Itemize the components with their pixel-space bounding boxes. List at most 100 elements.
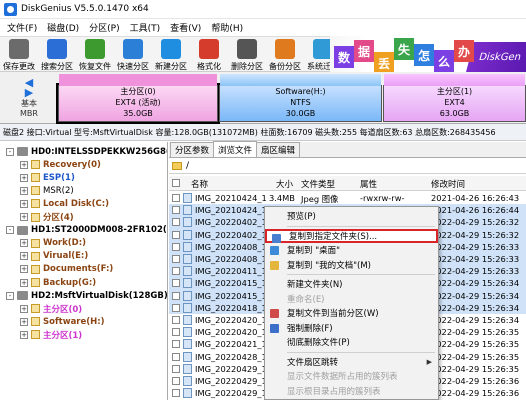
expand-icon[interactable]: + xyxy=(20,213,28,221)
file-row[interactable]: IMG_20210424_1 3.4MB Jpeg 图像 -rwxrw-rw- 2021… xyxy=(169,192,526,204)
file-name: IMG_20220421_1 xyxy=(195,339,267,350)
file-checkbox[interactable] xyxy=(172,267,180,276)
expand-icon[interactable]: + xyxy=(20,173,28,182)
context-menu-item[interactable]: 复制到 "桌面" xyxy=(265,243,438,257)
tree-node-label: Virual(E:) xyxy=(43,251,89,262)
toolbar-button[interactable]: 恢复文件 xyxy=(76,37,114,73)
format-icon xyxy=(199,39,219,59)
partition-block-1[interactable]: 主分区(1) EXT4 63.0GB xyxy=(383,74,526,122)
menu-item[interactable]: 分区(P) xyxy=(84,21,124,34)
file-name: IMG_20220428_1 xyxy=(195,351,267,362)
expand-icon[interactable]: + xyxy=(20,252,28,261)
file-checkbox[interactable] xyxy=(172,377,180,385)
menu-item[interactable]: 查看(V) xyxy=(165,21,206,34)
quick-partition-icon xyxy=(123,39,143,59)
tab-1[interactable]: 浏览文件 xyxy=(213,141,258,157)
menu-item[interactable]: 文件(F) xyxy=(2,21,42,34)
image-file-icon xyxy=(183,229,192,240)
file-checkbox[interactable] xyxy=(172,340,180,349)
collapse-icon[interactable]: - xyxy=(6,291,14,300)
tree-partition-node[interactable]: + 主分区(1) xyxy=(20,328,82,341)
tree-disk-node[interactable]: - HD1:ST2000DM008-2FR102(1863 xyxy=(6,224,167,237)
menu-item[interactable]: 工具(T) xyxy=(125,21,166,34)
expand-icon[interactable]: + xyxy=(20,239,28,248)
tree-partition-node[interactable]: + Recovery(0) xyxy=(20,158,101,171)
file-checkbox[interactable] xyxy=(172,242,180,251)
expand-icon[interactable]: + xyxy=(20,330,28,339)
disk-tree: -HD0:INTELSSDPEKKW256G8(238+Recovery(0)+… xyxy=(0,142,168,400)
file-checkbox[interactable] xyxy=(172,352,180,361)
toolbar-button[interactable]: 删除分区 xyxy=(228,37,266,73)
expand-icon[interactable]: + xyxy=(20,186,28,195)
tree-partition-node[interactable]: + Backup(G:) xyxy=(20,276,96,289)
expand-icon[interactable]: + xyxy=(20,160,28,169)
tree-partition-node[interactable]: + Documents(F:) xyxy=(20,263,113,276)
file-checkbox[interactable] xyxy=(172,230,180,239)
file-modified: 2021-04-26 16:26:44 xyxy=(431,205,520,216)
tree-disk-node[interactable]: - HD0:INTELSSDPEKKW256G8(238 xyxy=(6,145,167,158)
file-checkbox[interactable] xyxy=(172,389,180,398)
toolbar-button[interactable]: 保存更改 xyxy=(0,37,38,73)
banner-char: 失 xyxy=(394,38,414,60)
tree-partition-node[interactable]: + ESP(1) xyxy=(20,171,75,184)
tree-partition-node[interactable]: + Local Disk(C:) xyxy=(20,197,109,210)
tab-0[interactable]: 分区参数 xyxy=(170,142,215,157)
file-checkbox[interactable] xyxy=(172,218,180,227)
context-menu-item[interactable]: 预览(P) xyxy=(265,209,438,223)
context-menu-item[interactable]: 复制到指定文件夹(S)... xyxy=(265,228,438,243)
partition-block-software[interactable]: Software(H:) NTFS 30.0GB xyxy=(219,74,382,122)
file-checkbox[interactable] xyxy=(172,291,180,300)
image-file-icon xyxy=(183,363,192,374)
tab-2[interactable]: 扇区编辑 xyxy=(256,142,301,157)
column-size[interactable]: 大小 xyxy=(276,178,293,190)
menu-item[interactable]: 磁盘(D) xyxy=(42,21,84,34)
banner-char: 办 xyxy=(454,40,474,62)
image-file-icon xyxy=(183,315,192,325)
file-checkbox[interactable] xyxy=(172,316,180,324)
toolbar-button[interactable]: 搜索分区 xyxy=(38,37,76,73)
column-type[interactable]: 文件类型 xyxy=(301,178,335,190)
file-checkbox[interactable] xyxy=(172,194,180,202)
expand-icon[interactable]: + xyxy=(20,265,28,274)
expand-icon[interactable]: + xyxy=(20,304,28,313)
tree-partition-node[interactable]: + Software(H:) xyxy=(20,315,105,328)
toolbar-button[interactable]: 备份分区 xyxy=(266,37,304,73)
toolbar-button[interactable]: 快速分区 xyxy=(114,37,152,73)
select-all-checkbox[interactable] xyxy=(172,179,180,187)
file-checkbox[interactable] xyxy=(172,279,180,288)
expand-icon[interactable]: + xyxy=(20,317,28,326)
tree-partition-node[interactable]: + Virual(E:) xyxy=(20,250,88,263)
tree-partition-node[interactable]: + 分区(4) xyxy=(20,211,74,224)
file-checkbox[interactable] xyxy=(172,303,180,312)
tree-partition-node[interactable]: + MSR(2) xyxy=(20,184,74,197)
partition-block-0[interactable]: 主分区(0) EXT4 (活动) 35.0GB xyxy=(56,74,220,124)
collapse-icon[interactable]: - xyxy=(6,147,14,156)
tree-partition-node[interactable]: + 主分区(0) xyxy=(20,302,82,315)
toolbar-button[interactable]: 格式化 xyxy=(190,37,228,73)
expand-icon[interactable]: + xyxy=(20,199,28,208)
file-checkbox[interactable] xyxy=(172,328,180,337)
disk-nav-arrows-icon[interactable]: ◀ ▶ xyxy=(25,77,33,98)
context-menu-item[interactable]: 复制到 "我的文档"(M) xyxy=(265,258,438,272)
column-attr[interactable]: 属性 xyxy=(360,178,377,190)
context-menu-item[interactable]: 强制删除(F) xyxy=(265,321,438,335)
context-menu-item[interactable]: 新建文件夹(N) xyxy=(265,277,438,291)
context-menu-item[interactable]: 彻底删除文件(P) xyxy=(265,335,438,349)
tree-partition-node[interactable]: + Work(D:) xyxy=(20,237,86,250)
expand-icon[interactable]: + xyxy=(20,278,28,287)
tree-node-label: Backup(G:) xyxy=(43,277,97,288)
context-menu-item[interactable]: 复制文件到当前分区(W) xyxy=(265,306,438,320)
tree-disk-node[interactable]: - HD2:MsftVirtualDisk(128GB) xyxy=(6,289,167,302)
column-modified[interactable]: 修改时间 xyxy=(431,178,465,190)
file-checkbox[interactable] xyxy=(172,206,180,215)
file-checkbox[interactable] xyxy=(172,364,180,373)
file-checkbox[interactable] xyxy=(172,255,180,263)
context-menu-item[interactable]: 文件扇区跳转 ▶ xyxy=(265,355,438,369)
context-menu-label: 强制删除(F) xyxy=(287,323,333,334)
toolbar-button[interactable]: 新建分区 xyxy=(152,37,190,73)
menu-item[interactable]: 帮助(H) xyxy=(206,21,248,34)
disk-icon xyxy=(17,147,28,156)
collapse-icon[interactable]: - xyxy=(6,226,14,235)
ad-banner[interactable]: DiskGen 数据丢失怎么办 xyxy=(330,36,526,72)
column-name[interactable]: 名称 xyxy=(191,178,208,190)
